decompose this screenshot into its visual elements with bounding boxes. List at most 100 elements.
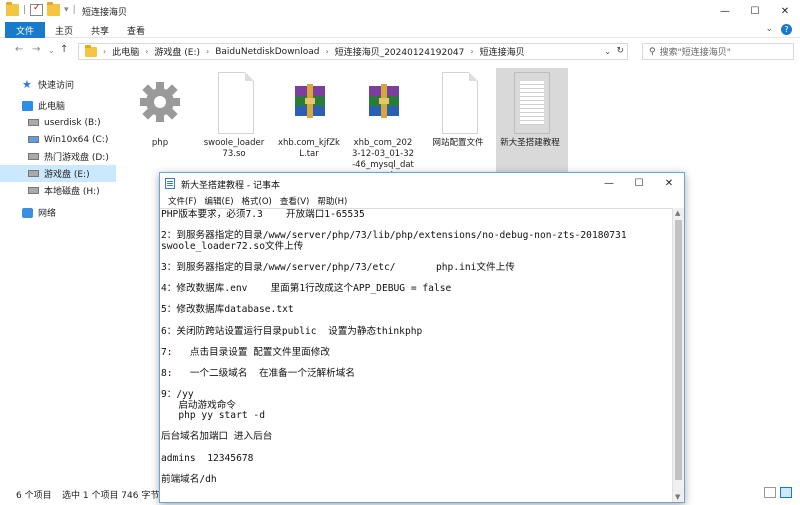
chevron-right-icon[interactable]: › — [145, 47, 148, 56]
close-button[interactable]: ✕ — [654, 173, 684, 193]
menu-help[interactable]: 帮助(H) — [313, 193, 351, 208]
details-view-icon[interactable] — [764, 487, 776, 498]
tab-view[interactable]: 查看 — [127, 24, 145, 37]
folder-icon — [85, 44, 97, 57]
text-line — [161, 464, 671, 475]
file-name: 新大圣搭建教程 — [500, 138, 560, 148]
qat-separator: | — [72, 5, 76, 15]
winrar-archive-icon — [285, 72, 333, 134]
blank-file-icon — [210, 72, 258, 134]
text-line — [161, 380, 671, 391]
refresh-icon[interactable]: ↻ — [616, 46, 624, 56]
notepad-title: 新大圣搭建教程 - 记事本 — [181, 181, 280, 191]
drive-icon — [28, 187, 39, 194]
recent-locations-icon[interactable]: ⌄ — [48, 46, 55, 55]
up-arrow-icon[interactable]: ↑ — [60, 44, 68, 55]
text-line: PHP版本要求，必须7.3 开放端口1-65535 — [161, 209, 365, 220]
new-folder-icon[interactable] — [47, 2, 61, 16]
text-line: 8: 一个二级域名 在准备一个泛解析域名 — [161, 367, 355, 379]
forward-arrow-icon[interactable]: → — [32, 44, 40, 55]
text-line: 后台域名加端口 进入后台 — [161, 431, 273, 443]
breadcrumb-current[interactable]: 短连接海贝 — [480, 45, 525, 58]
nav-label: userdisk (B:) — [44, 117, 101, 128]
view-toggles — [764, 487, 792, 498]
computer-icon — [22, 100, 33, 111]
large-icons-view-icon[interactable] — [780, 487, 792, 498]
nav-quick-access[interactable]: ★ 快速访问 — [0, 76, 116, 93]
file-item[interactable]: xhb_com_2023-12-03_01-32-46_mysql_data.s… — [349, 68, 417, 181]
file-item-selected[interactable]: 新大圣搭建教程 — [496, 68, 568, 174]
file-item[interactable]: php — [126, 68, 194, 174]
back-arrow-icon[interactable]: ← — [15, 44, 23, 55]
text-line: 6：关闭防跨站设置运行目录public 设置为静态thinkphp — [161, 325, 423, 337]
minimize-button[interactable]: — — [710, 0, 740, 22]
nav-label: 热门游戏盘 (D:) — [44, 153, 109, 163]
notepad-text-area[interactable]: PHP版本要求，必须7.3 开放端口1-65535 2：到服务器指定的目录/www… — [160, 208, 672, 502]
text-document-icon — [506, 72, 554, 134]
tab-share[interactable]: 共享 — [91, 24, 109, 37]
maximize-button[interactable]: ☐ — [740, 0, 770, 22]
gear-settings-icon — [136, 72, 184, 134]
file-list: php swoole_loader73.so xhb.com_kjfZkL.ta… — [118, 64, 798, 181]
maximize-button[interactable]: ☐ — [624, 173, 654, 193]
file-name: xhb.com_kjfZkL.tar — [278, 138, 340, 159]
scroll-up-icon[interactable]: ▲ — [675, 209, 680, 217]
breadcrumb-download[interactable]: BaiduNetdiskDownload — [215, 47, 319, 57]
nav-this-pc[interactable]: 此电脑 — [0, 97, 116, 114]
file-item[interactable]: 网站配置文件 — [424, 68, 492, 174]
notepad-title-bar[interactable]: 新大圣搭建教程 - 记事本 — ☐ ✕ — [160, 173, 684, 193]
navigation-pane: ★ 快速访问 此电脑 userdisk (B:) Win10x64 (C:) 热… — [0, 70, 116, 480]
chevron-right-icon[interactable]: › — [103, 47, 106, 56]
scrollbar-thumb[interactable] — [675, 220, 682, 480]
text-line: 3：到服务器指定的目录/www/server/php/73/etc/ php.i… — [161, 261, 515, 273]
star-icon: ★ — [22, 78, 32, 91]
breadcrumb-archive[interactable]: 短连接海贝_20240124192047 — [335, 45, 465, 58]
notepad-menu-bar: 文件(F) 编辑(E) 格式(O) 查看(V) 帮助(H) — [160, 193, 684, 208]
nav-label: 网络 — [38, 209, 57, 219]
text-line: 7: 点击目录设置 配置文件里面修改 — [161, 346, 330, 358]
chevron-right-icon[interactable]: › — [206, 47, 209, 56]
address-row: ← → ⌄ ↑ › 此电脑 › 游戏盘 (E:) › BaiduNetdiskD… — [0, 40, 800, 62]
address-dropdown-icon[interactable]: ⌄ — [604, 47, 611, 56]
ribbon-right-controls: ⌄ ? — [765, 24, 792, 35]
nav-drive-e[interactable]: 游戏盘 (E:) — [0, 165, 116, 182]
expand-ribbon-icon[interactable]: ⌄ — [765, 24, 773, 35]
file-name: 网站配置文件 — [432, 138, 484, 148]
nav-label: Win10x64 (C:) — [44, 134, 109, 145]
properties-icon[interactable] — [30, 3, 44, 16]
breadcrumb-this-pc[interactable]: 此电脑 — [112, 45, 139, 58]
scroll-down-icon[interactable]: ▼ — [675, 493, 680, 501]
notepad-window: 新大圣搭建教程 - 记事本 — ☐ ✕ 文件(F) 编辑(E) 格式(O) 查看… — [159, 172, 685, 503]
tab-home[interactable]: 主页 — [55, 24, 73, 37]
chevron-right-icon[interactable]: › — [326, 47, 329, 56]
notepad-window-controls: — ☐ ✕ — [594, 173, 684, 193]
menu-view[interactable]: 查看(V) — [276, 193, 313, 208]
file-item[interactable]: xhb.com_kjfZkL.tar — [275, 68, 343, 174]
nav-label: 快速访问 — [38, 81, 75, 91]
qat-dropdown-icon[interactable]: ▾ — [64, 5, 69, 15]
close-button[interactable]: ✕ — [770, 0, 800, 22]
menu-file[interactable]: 文件(F) — [164, 193, 201, 208]
chevron-right-icon[interactable]: › — [470, 47, 473, 56]
nav-drive-h[interactable]: 本地磁盘 (H:) — [0, 182, 116, 199]
search-input[interactable]: ⚲ 搜索"短连接海贝" — [642, 43, 794, 60]
file-item[interactable]: swoole_loader73.so — [200, 68, 268, 174]
window-title: 短连接海贝 — [82, 8, 128, 18]
explorer-title-bar[interactable]: | ▾ | 短连接海贝 — ☐ ✕ — [0, 0, 800, 22]
file-name: swoole_loader73.so — [203, 138, 265, 159]
nav-drive-c[interactable]: Win10x64 (C:) — [0, 131, 116, 148]
help-icon[interactable]: ? — [781, 24, 792, 35]
tab-file[interactable]: 文件 — [5, 22, 45, 38]
file-name: php — [151, 138, 169, 148]
menu-edit[interactable]: 编辑(E) — [201, 193, 238, 208]
address-bar[interactable]: › 此电脑 › 游戏盘 (E:) › BaiduNetdiskDownload … — [78, 43, 628, 60]
vertical-scrollbar[interactable]: ▲ ▼ — [672, 208, 684, 502]
menu-format[interactable]: 格式(O) — [238, 193, 276, 208]
text-line: php yy start -d — [161, 410, 265, 422]
breadcrumb-drive[interactable]: 游戏盘 (E:) — [154, 45, 200, 58]
nav-drive-d[interactable]: 热门游戏盘 (D:) — [0, 148, 116, 165]
nav-network[interactable]: 网络 — [0, 204, 116, 221]
nav-label: 本地磁盘 (H:) — [44, 187, 100, 197]
nav-drive-b[interactable]: userdisk (B:) — [0, 114, 116, 131]
minimize-button[interactable]: — — [594, 173, 624, 193]
